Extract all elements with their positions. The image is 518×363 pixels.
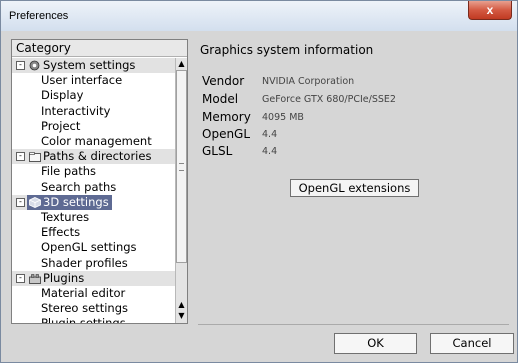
tree-item-material-editor[interactable]: Material editor	[12, 286, 125, 301]
glsl-label: GLSL	[202, 144, 233, 158]
collapse-icon[interactable]: -	[16, 152, 25, 162]
tree-item-display[interactable]: Display	[12, 88, 83, 103]
opengl-label: OpenGL	[202, 127, 251, 141]
window-title: Preferences	[9, 10, 69, 22]
grip-icon	[179, 163, 184, 171]
scroll-up-arrow-icon-bottom[interactable]: ▲	[176, 300, 187, 310]
memory-label: Memory	[202, 110, 251, 124]
ok-button[interactable]: OK	[334, 333, 417, 354]
scroll-down-arrow-icon[interactable]: ▼	[176, 310, 187, 321]
tree-group-label: System settings	[43, 58, 136, 72]
tree-group-label: 3D settings	[43, 194, 109, 209]
collapse-icon[interactable]: -	[16, 61, 25, 70]
preferences-window: Preferences x Category - System settings U…	[0, 0, 518, 363]
plugin-icon	[29, 273, 41, 284]
collapse-icon[interactable]: -	[16, 197, 25, 207]
tree-group-label: Plugins	[43, 270, 85, 285]
tree-group-label: Paths & directories	[43, 149, 152, 164]
tree-item-user-interface[interactable]: User interface	[12, 73, 122, 88]
scroll-thumb[interactable]	[176, 70, 187, 263]
category-tree: - System settings User interface Display Int…	[12, 58, 175, 323]
cancel-button[interactable]: Cancel	[430, 333, 514, 354]
scroll-up-arrow-icon[interactable]: ▲	[176, 58, 187, 70]
tree-item-plugin-settings[interactable]: Plugin settings	[12, 316, 126, 323]
tree-item-project[interactable]: Project	[12, 119, 80, 134]
collapse-icon[interactable]: -	[16, 273, 25, 283]
graphics-info-title: Graphics system information	[200, 43, 374, 57]
cube-icon	[29, 196, 41, 208]
tree-item-search-paths[interactable]: Search paths	[12, 180, 116, 195]
tree-scrollbar[interactable]: ▲ ▲ ▼	[175, 58, 187, 323]
tree-item-file-paths[interactable]: File paths	[12, 164, 96, 179]
opengl-value: 4.4	[262, 129, 278, 140]
close-button[interactable]: x	[468, 1, 512, 20]
tree-item-opengl-settings[interactable]: OpenGL settings	[12, 240, 137, 255]
tree-group-system-settings[interactable]: - System settings	[12, 58, 175, 73]
title-bar[interactable]: Preferences x	[1, 1, 517, 31]
divider	[198, 324, 509, 325]
tree-item-color-management[interactable]: Color management	[12, 134, 152, 149]
button-bar: OK Cancel	[9, 326, 514, 356]
model-label: Model	[202, 92, 239, 106]
tree-item-effects[interactable]: Effects	[12, 225, 80, 240]
tree-item-textures[interactable]: Textures	[12, 210, 89, 225]
tree-group-paths-directories[interactable]: - Paths & directories	[12, 149, 175, 165]
tree-item-interactivity[interactable]: Interactivity	[12, 104, 110, 119]
tree-item-stereo-settings[interactable]: Stereo settings	[12, 301, 128, 316]
model-value: GeForce GTX 680/PCIe/SSE2	[262, 94, 396, 105]
memory-value: 4095 MB	[262, 112, 304, 123]
graphics-info-panel: Graphics system information Vendor NVIDI…	[191, 39, 509, 324]
gear-icon	[29, 60, 40, 71]
tree-group-plugins[interactable]: - Plugins	[12, 270, 175, 286]
close-icon: x	[486, 3, 494, 17]
glsl-value: 4.4	[262, 146, 278, 157]
category-panel: Category - System settings User interface D…	[11, 39, 188, 324]
tree-item-shader-profiles[interactable]: Shader profiles	[12, 256, 128, 271]
vendor-label: Vendor	[202, 74, 245, 88]
vendor-value: NVIDIA Corporation	[262, 76, 355, 87]
folder-icon	[29, 151, 41, 163]
category-header[interactable]: Category	[12, 40, 187, 57]
opengl-extensions-button[interactable]: OpenGL extensions	[290, 179, 419, 197]
tree-group-3d-settings[interactable]: - 3D settings	[12, 194, 112, 210]
